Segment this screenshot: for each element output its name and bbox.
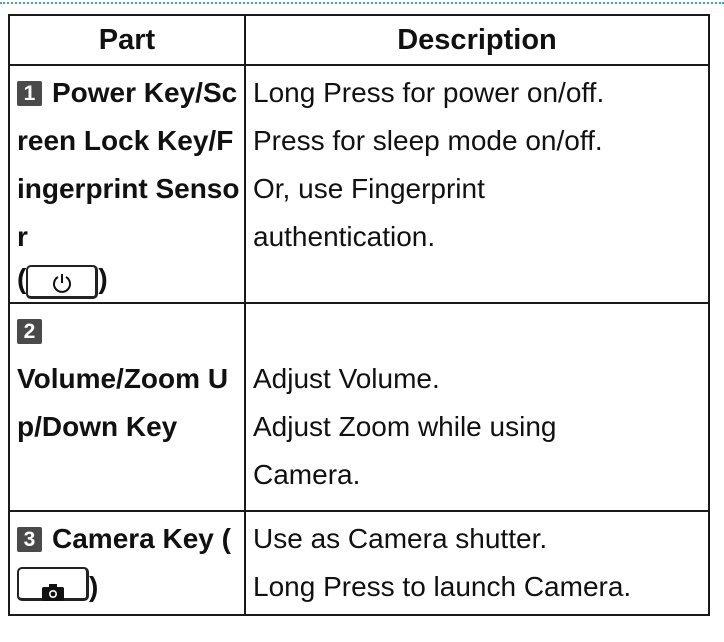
camera-icon (41, 584, 64, 601)
description-cell: Use as Camera shutter. Long Press to lau… (244, 510, 710, 616)
part-name: Camera Key (52, 523, 214, 554)
part-cell: 3 Camera Key () (8, 510, 246, 616)
number-badge: 3 (17, 527, 42, 552)
part-name: Volume/Zoom Up/Down Key (17, 363, 229, 442)
parts-table: Part Description 1 Power Key/Screen Lock … (8, 14, 710, 616)
description-cell: Long Press for power on/off. Press for s… (244, 64, 710, 304)
page-top-border (0, 2, 724, 4)
description-line: Or, use Fingerprint (253, 173, 485, 204)
paren-open: ( (17, 263, 27, 294)
column-header-description: Description (244, 14, 710, 66)
description-line: Use as Camera shutter. (253, 523, 548, 554)
description-spacer (253, 307, 708, 355)
description-line: Adjust Volume. (253, 363, 440, 394)
table-row: 2 Volume/Zoom Up/Down Key Adjust Volume.… (8, 302, 710, 512)
power-key-graphic (26, 265, 99, 299)
table-header-row: Part Description (8, 14, 710, 66)
number-badge: 2 (17, 319, 42, 344)
column-header-part: Part (8, 14, 246, 66)
table-row: 3 Camera Key () Use as Camera shutter. Lo… (8, 510, 710, 616)
part-name: Power Key/Screen Lock Key/Fingerprint Se… (17, 77, 240, 252)
description-line: Camera. (253, 459, 361, 490)
description-line: Long Press for power on/off. (253, 77, 605, 108)
description-line: Long Press to launch Camera. (253, 571, 632, 602)
camera-key-graphic (17, 567, 89, 601)
paren-close: ) (98, 263, 108, 294)
description-line: Press for sleep mode on/off. (253, 125, 603, 156)
description-line: Adjust Zoom while using (253, 411, 557, 442)
description-cell: Adjust Volume. Adjust Zoom while using C… (244, 302, 710, 512)
key-glyph-line: () (17, 261, 240, 299)
power-icon (52, 274, 71, 293)
table-row: 1 Power Key/Screen Lock Key/Fingerprint S… (8, 64, 710, 304)
number-badge: 1 (17, 81, 42, 106)
part-cell: 1 Power Key/Screen Lock Key/Fingerprint S… (8, 64, 246, 304)
description-line: authentication. (253, 221, 436, 252)
part-cell: 2 Volume/Zoom Up/Down Key (8, 302, 246, 512)
paren-close: ) (89, 571, 99, 602)
paren-open: ( (221, 523, 231, 554)
